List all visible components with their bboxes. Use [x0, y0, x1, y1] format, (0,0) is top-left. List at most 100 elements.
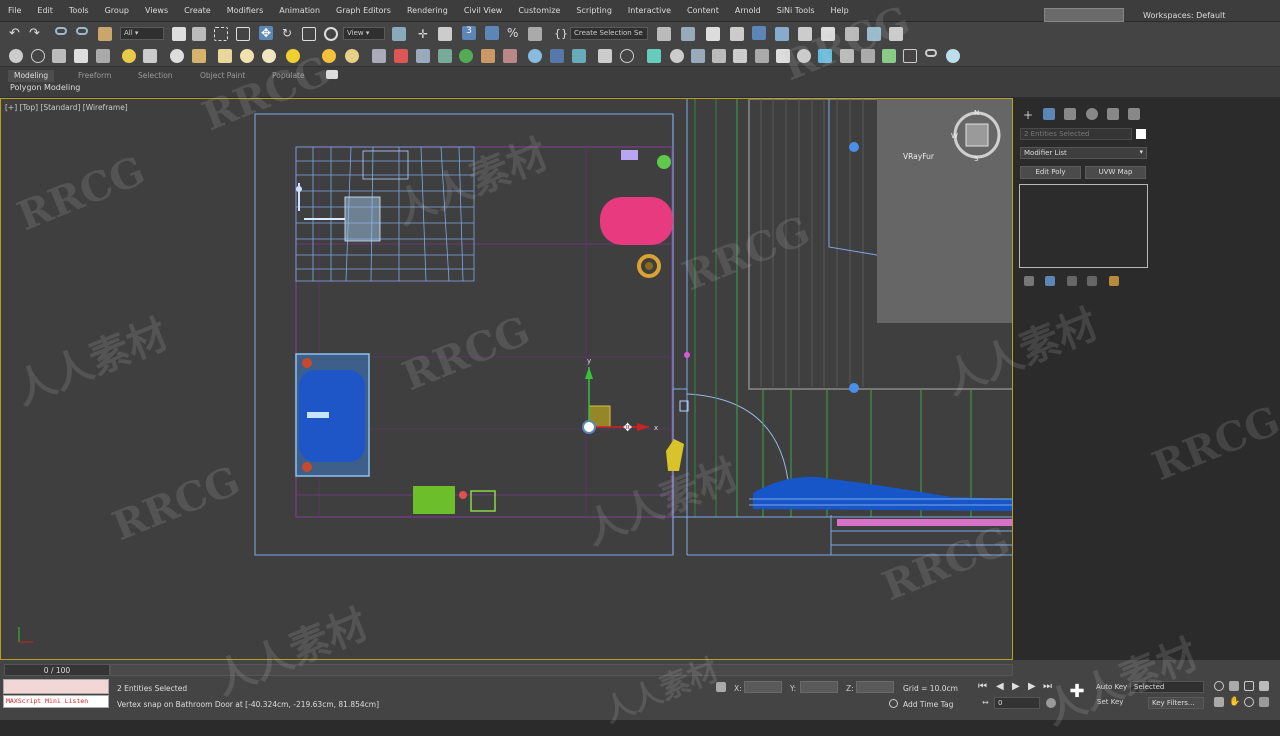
menu-interactive[interactable]: Interactive — [620, 6, 679, 15]
sini-jumble-icon[interactable] — [776, 49, 790, 63]
menu-file[interactable]: File — [0, 6, 29, 15]
vray-frame-buffer-icon[interactable] — [572, 49, 586, 63]
ribbon-tab-populate[interactable]: Populate — [266, 70, 311, 82]
set-key-big-icon[interactable]: ✚ — [1067, 682, 1087, 702]
toggle-scene-explorer-icon[interactable] — [706, 27, 720, 41]
arnold-light-icon[interactable] — [647, 49, 661, 63]
previous-frame-icon[interactable]: ◀ — [996, 681, 1004, 692]
zoom-extents-icon[interactable] — [1244, 681, 1254, 691]
render-setup-icon[interactable] — [845, 27, 859, 41]
utilities-tab-icon[interactable] — [1128, 108, 1140, 120]
menu-arnold[interactable]: Arnold — [727, 6, 769, 15]
snaps-toggle-icon[interactable]: 3 — [462, 26, 476, 40]
sini-link-icon[interactable] — [925, 49, 937, 57]
vray-plane-icon[interactable] — [416, 49, 430, 63]
curve-icon[interactable] — [192, 49, 206, 63]
sini-tidy-icon[interactable] — [818, 49, 832, 63]
geosphere-icon[interactable] — [262, 49, 276, 63]
select-object-icon[interactable] — [172, 27, 186, 41]
menu-rendering[interactable]: Rendering — [399, 6, 456, 15]
link-icon[interactable] — [55, 27, 67, 35]
orbit-icon[interactable] — [1244, 697, 1254, 707]
key-mode-icon[interactable]: ↔ — [982, 698, 991, 707]
maxscript-listener-input[interactable]: MAXScript Mini Listen — [3, 695, 109, 708]
transform-gizmo[interactable] — [582, 367, 649, 434]
cloud-icon[interactable] — [9, 49, 23, 63]
ribbon-tab-selection[interactable]: Selection — [132, 70, 179, 82]
modify-tab-icon[interactable] — [1043, 108, 1055, 120]
layer-manager-icon[interactable] — [96, 49, 110, 63]
pivot-center-icon[interactable] — [392, 27, 406, 41]
maxscript-listener-top[interactable] — [3, 679, 109, 694]
go-to-end-icon[interactable]: ⏭ — [1043, 681, 1052, 692]
remove-modifier-icon[interactable] — [1087, 276, 1097, 286]
uvw-map-button[interactable]: UVW Map — [1085, 166, 1146, 179]
omni-light-icon[interactable] — [286, 49, 300, 63]
pin-stack-icon[interactable] — [1024, 276, 1034, 286]
sini-scene-icon[interactable] — [691, 49, 705, 63]
ribbon-panel-label[interactable]: Polygon Modeling — [10, 83, 80, 92]
angle-snap-icon[interactable] — [485, 26, 499, 40]
set-key-button[interactable]: Set Key — [1097, 698, 1123, 706]
go-to-start-icon[interactable]: ⏮ — [978, 681, 987, 692]
light-lister-icon[interactable] — [122, 49, 136, 63]
sphere-icon[interactable] — [240, 49, 254, 63]
menu-animation[interactable]: Animation — [271, 6, 328, 15]
help-icon[interactable] — [620, 49, 634, 63]
curve-editor-icon[interactable] — [775, 27, 789, 41]
vray-material-icon[interactable] — [528, 49, 542, 63]
reference-coordinate-dropdown[interactable]: View ▾ — [343, 27, 385, 40]
x-coordinate-field[interactable] — [744, 681, 782, 693]
box-icon[interactable] — [218, 49, 232, 63]
select-manipulate-icon[interactable]: ✛ — [418, 27, 432, 41]
sini-mover-icon[interactable] — [861, 49, 875, 63]
key-set-dropdown[interactable]: Selected — [1130, 681, 1204, 693]
motion-tab-icon[interactable] — [1086, 108, 1098, 120]
time-slider[interactable]: 0 / 100 — [4, 664, 110, 676]
dome-light-icon[interactable] — [345, 49, 359, 63]
pan-view-icon[interactable]: ✋ — [1229, 697, 1240, 707]
selection-filter-dropdown[interactable]: All ▾ — [120, 27, 164, 40]
show-end-result-icon[interactable] — [1045, 276, 1055, 286]
redo-icon[interactable]: ↷ — [29, 26, 43, 41]
menu-customize[interactable]: Customize — [510, 6, 568, 15]
unlink-icon[interactable] — [76, 27, 88, 35]
toggle-ribbon-icon[interactable] — [752, 26, 766, 40]
mirror-icon[interactable] — [657, 27, 671, 41]
sini-extract-icon[interactable] — [840, 49, 854, 63]
batch-render-icon[interactable] — [74, 49, 88, 63]
ribbon-tab-modeling[interactable]: Modeling — [8, 70, 55, 82]
configure-sets-icon[interactable] — [1109, 276, 1119, 286]
current-frame-field[interactable]: 0 — [994, 697, 1040, 709]
sini-forensic-icon[interactable] — [733, 49, 747, 63]
menu-create[interactable]: Create — [176, 6, 219, 15]
menu-edit[interactable]: Edit — [29, 6, 61, 15]
vray-decal-icon[interactable] — [481, 49, 495, 63]
zoom-all-icon[interactable] — [1229, 681, 1239, 691]
vray-fur-icon[interactable] — [394, 49, 408, 63]
maximize-viewport-icon[interactable] — [1259, 697, 1269, 707]
hierarchy-tab-icon[interactable] — [1064, 108, 1076, 120]
menu-civil-view[interactable]: Civil View — [456, 6, 511, 15]
viewport-top[interactable]: [+] [Top] [Standard] [Wireframe] y x ✥ V… — [0, 98, 1013, 660]
sini-ignite-icon[interactable] — [712, 49, 726, 63]
menu-tools[interactable]: Tools — [61, 6, 97, 15]
ribbon-options-icon[interactable] — [326, 70, 338, 79]
menu-group[interactable]: Group — [97, 6, 137, 15]
cloud-outline-icon[interactable] — [31, 49, 45, 63]
sini-relink-icon[interactable] — [755, 49, 769, 63]
material-palette-icon[interactable] — [143, 49, 157, 63]
zoom-extents-all-icon[interactable] — [1259, 681, 1269, 691]
modifier-list-dropdown[interactable]: Modifier List — [1020, 147, 1147, 159]
window-crossing-icon[interactable] — [236, 27, 250, 41]
shape-icon[interactable] — [170, 49, 184, 63]
display-tab-icon[interactable] — [1107, 108, 1119, 120]
field-of-view-icon[interactable] — [1214, 697, 1224, 707]
sini-scatter-icon[interactable] — [797, 49, 811, 63]
region-select-icon[interactable] — [214, 27, 228, 41]
sun-icon[interactable] — [322, 49, 336, 63]
edit-named-selection-icon[interactable]: {} — [554, 27, 568, 41]
named-selection-set-dropdown[interactable]: Create Selection Se — [570, 27, 648, 40]
placement-icon[interactable] — [324, 27, 338, 41]
rotate-icon[interactable]: ↻ — [282, 26, 296, 40]
